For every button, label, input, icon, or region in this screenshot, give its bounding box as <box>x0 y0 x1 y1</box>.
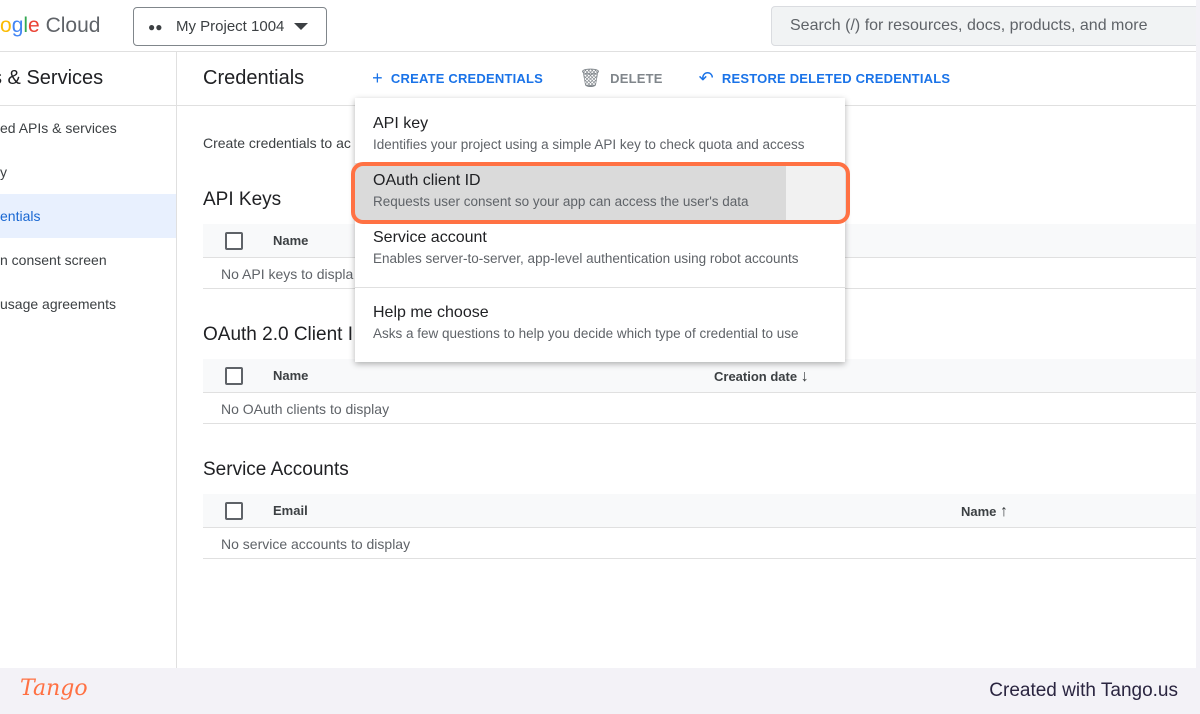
tango-logo: Tango <box>20 676 88 701</box>
create-label: CREATE CREDENTIALS <box>390 71 544 86</box>
sidebar-item-credentials[interactable]: entials <box>0 194 176 238</box>
create-credentials-menu: API key Identifies your project using a s… <box>355 98 845 362</box>
google-cloud-logo[interactable]: ogle Cloud <box>0 14 100 38</box>
sidebar-item-enabled-apis[interactable]: ed APIs & services <box>0 106 176 150</box>
project-selector[interactable]: ●● My Project 1004 <box>133 7 327 46</box>
select-all-checkbox[interactable] <box>225 232 243 250</box>
footer-credit: Created with Tango.us <box>989 680 1178 701</box>
col-name[interactable]: Name <box>273 233 308 248</box>
col-name-sort[interactable]: Name ↑ <box>961 503 1008 521</box>
sidebar-title: s & Services <box>0 52 176 106</box>
delete-button[interactable]: 🗑 DELETE <box>579 68 663 89</box>
highlight-ring <box>351 162 850 224</box>
col-email[interactable]: Email <box>273 503 308 518</box>
menu-item-title: API key <box>373 115 429 132</box>
restore-deleted-button[interactable]: ↶ RESTORE DELETED CREDENTIALS <box>699 68 951 89</box>
project-name: My Project 1004 <box>176 18 285 35</box>
menu-item-service-account[interactable]: Service account Enables server-to-server,… <box>355 220 845 277</box>
menu-item-desc: Enables server-to-server, app-level auth… <box>373 251 799 266</box>
restore-label: RESTORE DELETED CREDENTIALS <box>721 71 951 86</box>
oauth-header: Name Creation date ↓ <box>203 359 1196 393</box>
trash-icon: 🗑 <box>579 68 603 88</box>
delete-label: DELETE <box>610 71 663 86</box>
oauth-empty: No OAuth clients to display <box>203 392 1196 424</box>
app-window: ogle Cloud ●● My Project 1004 Search (/) … <box>0 0 1196 668</box>
col-name-label: Name <box>961 504 997 519</box>
col-date-label: Creation date <box>714 369 798 384</box>
service-accounts-title: Service Accounts <box>203 459 349 480</box>
col-creation-date[interactable]: Creation date ↓ <box>714 368 809 386</box>
menu-item-title: Help me choose <box>373 304 489 321</box>
page-title: Credentials <box>203 67 305 89</box>
menu-item-help-me-choose[interactable]: Help me choose Asks a few questions to he… <box>355 288 845 345</box>
col-name[interactable]: Name <box>273 368 308 383</box>
oauth-title: OAuth 2.0 Client I <box>203 324 353 345</box>
search-input[interactable]: Search (/) for resources, docs, products… <box>771 6 1196 46</box>
sidebar-item-library[interactable]: y <box>0 150 176 194</box>
top-bar: ogle Cloud ●● My Project 1004 Search (/) … <box>0 0 1196 52</box>
service-accounts-header: Email Name ↑ <box>203 494 1196 528</box>
api-keys-title: API Keys <box>203 189 282 210</box>
caret-down-icon <box>294 23 309 30</box>
undo-icon: ↶ <box>698 68 714 88</box>
select-all-checkbox[interactable] <box>225 367 243 385</box>
select-all-checkbox[interactable] <box>225 502 243 520</box>
menu-item-title: Service account <box>373 229 487 246</box>
menu-item-desc: Asks a few questions to help you decide … <box>373 326 799 341</box>
arrow-down-icon: ↓ <box>800 368 809 385</box>
project-icon: ●● <box>148 19 163 34</box>
plus-icon: + <box>372 68 383 88</box>
sidebar: s & Services ed APIs & services y ential… <box>0 52 177 668</box>
page-description: Create credentials to ac <box>203 135 351 151</box>
arrow-up-icon: ↑ <box>1000 503 1009 520</box>
menu-item-api-key[interactable]: API key Identifies your project using a s… <box>355 106 845 163</box>
sidebar-item-usage-agreements[interactable]: usage agreements <box>0 282 176 326</box>
create-credentials-button[interactable]: + CREATE CREDENTIALS <box>372 68 543 89</box>
sidebar-item-consent-screen[interactable]: n consent screen <box>0 238 176 282</box>
menu-item-desc: Identifies your project using a simple A… <box>373 137 805 152</box>
service-accounts-empty: No service accounts to display <box>203 527 1196 559</box>
